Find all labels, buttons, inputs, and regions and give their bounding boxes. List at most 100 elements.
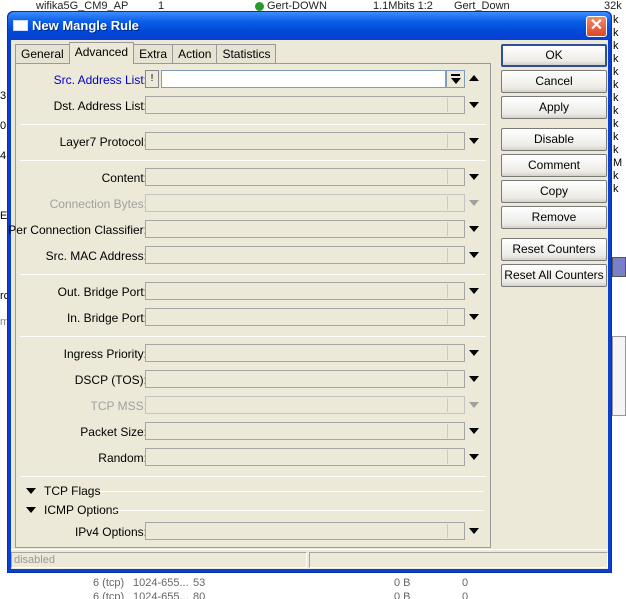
bg-protocol: 6 (tcp): [93, 591, 125, 599]
tcp-flags-section[interactable]: TCP Flags: [16, 482, 492, 500]
out-bridge-port-row: Out. Bridge Port:: [16, 282, 492, 302]
remove-button[interactable]: Remove: [501, 206, 607, 229]
collapse-up-icon[interactable]: [469, 75, 479, 81]
section-line: [100, 491, 484, 492]
bg-right-fragment: k: [613, 66, 619, 78]
disable-button[interactable]: Disable: [501, 128, 607, 151]
src-address-list-label[interactable]: Src. Address List:: [54, 73, 147, 87]
field-dropdown: [447, 398, 463, 412]
random-field[interactable]: [145, 448, 465, 466]
comment-button[interactable]: Comment: [501, 154, 607, 177]
field-dropdown[interactable]: [447, 450, 463, 464]
packet-size-label: Packet Size:: [80, 425, 147, 439]
bg-packets: 0: [462, 591, 469, 599]
expand-down-icon[interactable]: [469, 528, 479, 534]
expand-down-icon[interactable]: [469, 428, 479, 434]
reset-all-counters-button[interactable]: Reset All Counters: [501, 264, 607, 287]
dst-address-list-field[interactable]: [145, 96, 465, 114]
window-icon: [13, 20, 28, 31]
tab-extra[interactable]: Extra: [133, 44, 174, 64]
expand-down-icon[interactable]: [469, 376, 479, 382]
bg-right-fragment: k: [613, 170, 619, 182]
status-cell-empty: [309, 552, 608, 568]
per-connection-classifier-field[interactable]: [145, 220, 465, 238]
expand-down-icon[interactable]: [469, 226, 479, 232]
expand-down-icon[interactable]: [469, 174, 479, 180]
close-button[interactable]: ✕: [586, 16, 607, 37]
layer7-protocol-row: Layer7 Protocol:: [16, 132, 492, 152]
icmp-options-title: ICMP Options: [44, 503, 119, 517]
negate-toggle[interactable]: !: [145, 70, 159, 88]
bg-left-fragment: 0: [0, 120, 7, 132]
expand-down-icon[interactable]: [469, 102, 479, 108]
tab-bar: General Advanced Extra Action Statistics: [15, 42, 277, 64]
window-title: New Mangle Rule: [32, 18, 139, 33]
bg-right-fragment: k: [613, 92, 619, 104]
tab-action[interactable]: Action: [172, 44, 218, 64]
field-dropdown[interactable]: [447, 170, 463, 184]
separator: [20, 274, 486, 275]
src-mac-address-label: Src. MAC Address:: [45, 249, 147, 263]
expand-down-icon[interactable]: [469, 252, 479, 258]
dst-address-list-label: Dst. Address List:: [53, 99, 147, 113]
tab-advanced[interactable]: Advanced: [68, 42, 135, 64]
reset-counters-button[interactable]: Reset Counters: [501, 238, 607, 261]
separator: [20, 160, 486, 161]
title-bar[interactable]: New Mangle Rule ✕: [8, 12, 611, 40]
ok-button[interactable]: OK: [501, 44, 607, 67]
packet-size-field[interactable]: [145, 422, 465, 440]
field-dropdown[interactable]: [447, 346, 463, 360]
field-dropdown[interactable]: [447, 524, 463, 538]
random-label: Random:: [98, 451, 147, 465]
src-address-list-row: Src. Address List: !: [16, 70, 492, 90]
tab-statistics[interactable]: Statistics: [216, 44, 277, 64]
src-mac-address-field[interactable]: [145, 246, 465, 264]
bg-right-fragment: M: [613, 157, 623, 169]
chevron-down-icon: [451, 78, 461, 84]
separator: [20, 476, 486, 477]
out-bridge-port-field[interactable]: [145, 282, 465, 300]
bg-port: 53: [193, 577, 206, 589]
background-row-2: 6 (tcp) 1024-655... 80 0 B 0: [0, 591, 626, 599]
expand-arrow-icon: [26, 488, 36, 494]
connection-bytes-label: Connection Bytes:: [49, 197, 147, 211]
cancel-button[interactable]: Cancel: [501, 70, 607, 93]
bg-right-fragment: k: [613, 79, 619, 91]
layer7-protocol-field[interactable]: [145, 132, 465, 150]
tcp-mss-field: [145, 396, 465, 414]
apply-button[interactable]: Apply: [501, 96, 607, 119]
src-address-list-input[interactable]: [161, 70, 446, 88]
content-row: Content:: [16, 168, 492, 188]
field-dropdown[interactable]: [447, 248, 463, 262]
field-dropdown[interactable]: [447, 310, 463, 324]
ipv4-options-field[interactable]: [145, 522, 465, 540]
copy-button[interactable]: Copy: [501, 180, 607, 203]
dscp-tos-field[interactable]: [145, 370, 465, 388]
tab-general[interactable]: General: [15, 44, 70, 64]
dscp-tos-label: DSCP (TOS):: [74, 373, 147, 387]
expand-down-icon[interactable]: [469, 350, 479, 356]
src-address-list-dropdown[interactable]: [446, 70, 465, 88]
expand-down-icon[interactable]: [469, 454, 479, 460]
field-dropdown[interactable]: [447, 134, 463, 148]
field-dropdown[interactable]: [447, 222, 463, 236]
src-mac-address-row: Src. MAC Address:: [16, 246, 492, 266]
field-dropdown[interactable]: [447, 284, 463, 298]
field-dropdown[interactable]: [447, 424, 463, 438]
field-dropdown[interactable]: [447, 98, 463, 112]
in-bridge-port-row: In. Bridge Port:: [16, 308, 492, 328]
icmp-options-section[interactable]: ICMP Options: [16, 501, 492, 519]
per-connection-classifier-row: Per Connection Classifier:: [8, 220, 492, 240]
field-dropdown[interactable]: [447, 372, 463, 386]
expand-down-icon: [469, 200, 479, 206]
content-field[interactable]: [145, 168, 465, 186]
in-bridge-port-field[interactable]: [145, 308, 465, 326]
bg-right-fragment: k: [613, 144, 619, 156]
expand-down-icon[interactable]: [469, 314, 479, 320]
ipv4-options-label: IPv4 Options:: [74, 525, 147, 539]
expand-down-icon[interactable]: [469, 138, 479, 144]
expand-arrow-icon: [26, 507, 36, 513]
bg-window-close-icon: [612, 257, 626, 277]
ingress-priority-field[interactable]: [145, 344, 465, 362]
expand-down-icon[interactable]: [469, 288, 479, 294]
